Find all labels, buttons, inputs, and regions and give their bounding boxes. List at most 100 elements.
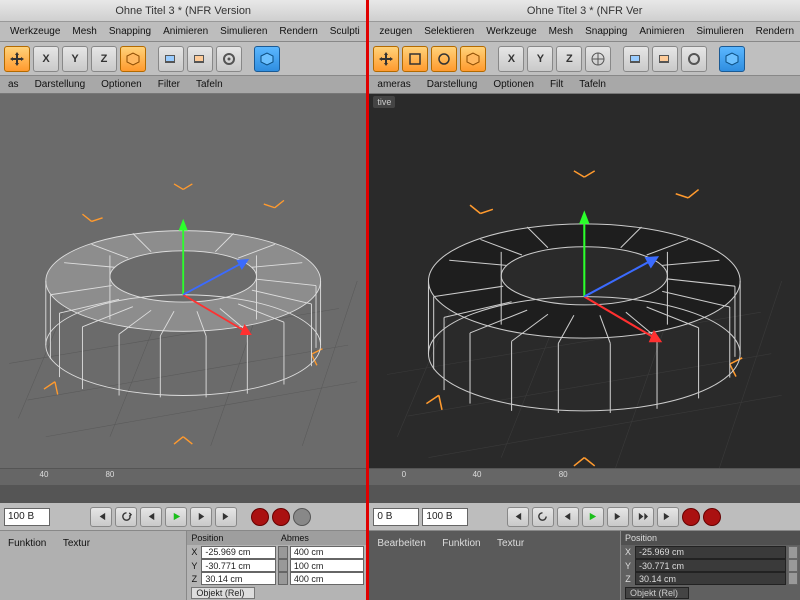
play-button[interactable] bbox=[582, 507, 604, 527]
tab-bearbeiten[interactable]: Bearbeiten bbox=[375, 536, 435, 551]
go-start-button[interactable] bbox=[507, 507, 529, 527]
size-z-field[interactable]: 400 cm bbox=[290, 572, 365, 585]
render-region-button[interactable] bbox=[652, 46, 678, 72]
render-settings-button[interactable] bbox=[216, 46, 242, 72]
render-button[interactable] bbox=[623, 46, 649, 72]
stepper-icon[interactable] bbox=[788, 572, 798, 585]
move-tool-button[interactable] bbox=[4, 46, 30, 72]
z-axis-button[interactable]: Z bbox=[556, 46, 582, 72]
menu-animieren[interactable]: Animieren bbox=[157, 26, 214, 37]
next-frame-button[interactable] bbox=[190, 507, 212, 527]
cube-primitive-button[interactable] bbox=[120, 46, 146, 72]
stepper-icon[interactable] bbox=[278, 559, 288, 572]
size-y-field[interactable]: 100 cm bbox=[290, 559, 365, 572]
autokey-button[interactable] bbox=[272, 508, 290, 526]
view-display[interactable]: Darstellung bbox=[419, 79, 486, 90]
autokey-button[interactable] bbox=[703, 508, 721, 526]
keyframe-button[interactable] bbox=[293, 508, 311, 526]
menu-mesh[interactable]: Mesh bbox=[66, 26, 102, 37]
loop-button[interactable] bbox=[115, 507, 137, 527]
prev-frame-button[interactable] bbox=[557, 507, 579, 527]
viewport-3d[interactable] bbox=[0, 94, 366, 468]
go-end-button[interactable] bbox=[215, 507, 237, 527]
tab-funktion[interactable]: Funktion bbox=[6, 536, 56, 551]
menu-mesh[interactable]: Mesh bbox=[543, 26, 579, 37]
viewport-menu[interactable]: as Darstellung Optionen Filter Tafeln bbox=[0, 76, 366, 94]
view-options[interactable]: Optionen bbox=[93, 79, 150, 90]
scale-tool-button[interactable] bbox=[402, 46, 428, 72]
size-x-field[interactable]: 400 cm bbox=[290, 546, 365, 559]
timeline-ruler[interactable]: 40 80 bbox=[0, 469, 366, 485]
object-rel-dropdown[interactable]: Objekt (Rel) bbox=[191, 587, 255, 599]
object-rel-dropdown[interactable]: Objekt (Rel) bbox=[625, 587, 689, 599]
render-region-button[interactable] bbox=[187, 46, 213, 72]
menu-simulieren[interactable]: Simulieren bbox=[690, 26, 749, 37]
menu-simulieren[interactable]: Simulieren bbox=[214, 26, 273, 37]
coord-system-button[interactable] bbox=[585, 46, 611, 72]
view-panels[interactable]: Tafeln bbox=[571, 79, 614, 90]
record-button[interactable] bbox=[682, 508, 700, 526]
view-filter[interactable]: Filter bbox=[150, 79, 188, 90]
main-menu[interactable]: Werkzeuge Mesh Snapping Animieren Simuli… bbox=[0, 22, 366, 42]
x-axis-button[interactable]: X bbox=[498, 46, 524, 72]
start-frame-field[interactable]: 0 B bbox=[373, 508, 419, 526]
menu-rendern[interactable]: Rendern bbox=[273, 26, 323, 37]
tab-funktion[interactable]: Funktion bbox=[440, 536, 490, 551]
x-axis-button[interactable]: X bbox=[33, 46, 59, 72]
tab-textur[interactable]: Textur bbox=[495, 536, 534, 551]
menu-erzeugen[interactable]: zeugen bbox=[373, 26, 418, 37]
view-cameras[interactable]: as bbox=[0, 79, 27, 90]
view-cameras[interactable]: ameras bbox=[369, 79, 418, 90]
cube-primitive-button[interactable] bbox=[460, 46, 486, 72]
timeline-tracks[interactable] bbox=[369, 485, 800, 503]
y-axis-button[interactable]: Y bbox=[527, 46, 553, 72]
pos-z-field[interactable]: 30.14 cm bbox=[635, 572, 786, 585]
record-button[interactable] bbox=[251, 508, 269, 526]
next-key-button[interactable] bbox=[632, 507, 654, 527]
pos-x-field[interactable]: -25.969 cm bbox=[201, 546, 276, 559]
view-filter[interactable]: Filt bbox=[542, 79, 571, 90]
pos-y-field[interactable]: -30.771 cm bbox=[201, 559, 276, 572]
prev-frame-button[interactable] bbox=[140, 507, 162, 527]
pos-y-field[interactable]: -30.771 cm bbox=[635, 559, 786, 572]
add-object-button[interactable] bbox=[254, 46, 280, 72]
z-axis-button[interactable]: Z bbox=[91, 46, 117, 72]
end-frame-field[interactable]: 100 B bbox=[422, 508, 468, 526]
loop-button[interactable] bbox=[532, 507, 554, 527]
stepper-icon[interactable] bbox=[278, 546, 288, 559]
menu-animieren[interactable]: Animieren bbox=[633, 26, 690, 37]
render-settings-button[interactable] bbox=[681, 46, 707, 72]
viewport-3d[interactable]: tive bbox=[369, 94, 800, 468]
tab-textur[interactable]: Textur bbox=[61, 536, 100, 551]
view-options[interactable]: Optionen bbox=[485, 79, 542, 90]
timeline[interactable]: 40 80 bbox=[0, 468, 366, 502]
pos-x-field[interactable]: -25.969 cm bbox=[635, 546, 786, 559]
go-start-button[interactable] bbox=[90, 507, 112, 527]
timeline-tracks[interactable] bbox=[0, 485, 366, 503]
menu-snapping[interactable]: Snapping bbox=[579, 26, 633, 37]
pos-z-field[interactable]: 30.14 cm bbox=[201, 572, 276, 585]
main-menu[interactable]: zeugen Selektieren Werkzeuge Mesh Snappi… bbox=[369, 22, 800, 42]
stepper-icon[interactable] bbox=[278, 572, 288, 585]
play-button[interactable] bbox=[165, 507, 187, 527]
go-end-button[interactable] bbox=[657, 507, 679, 527]
render-button[interactable] bbox=[158, 46, 184, 72]
menu-sculpting[interactable]: Sculpti bbox=[324, 26, 366, 37]
y-axis-button[interactable]: Y bbox=[62, 46, 88, 72]
stepper-icon[interactable] bbox=[788, 546, 798, 559]
viewport-menu[interactable]: ameras Darstellung Optionen Filt Tafeln bbox=[369, 76, 800, 94]
timeline-ruler[interactable]: 0 40 80 bbox=[369, 469, 800, 485]
menu-werkzeuge[interactable]: Werkzeuge bbox=[4, 26, 66, 37]
timeline[interactable]: 0 40 80 bbox=[369, 468, 800, 502]
end-frame-field[interactable]: 100 B bbox=[4, 508, 50, 526]
menu-werkzeuge[interactable]: Werkzeuge bbox=[480, 26, 542, 37]
menu-selektieren[interactable]: Selektieren bbox=[418, 26, 480, 37]
add-object-button[interactable] bbox=[719, 46, 745, 72]
view-panels[interactable]: Tafeln bbox=[188, 79, 231, 90]
menu-rendern[interactable]: Rendern bbox=[750, 26, 800, 37]
move-tool-button[interactable] bbox=[373, 46, 399, 72]
stepper-icon[interactable] bbox=[788, 559, 798, 572]
next-frame-button[interactable] bbox=[607, 507, 629, 527]
rotate-tool-button[interactable] bbox=[431, 46, 457, 72]
view-display[interactable]: Darstellung bbox=[27, 79, 94, 90]
